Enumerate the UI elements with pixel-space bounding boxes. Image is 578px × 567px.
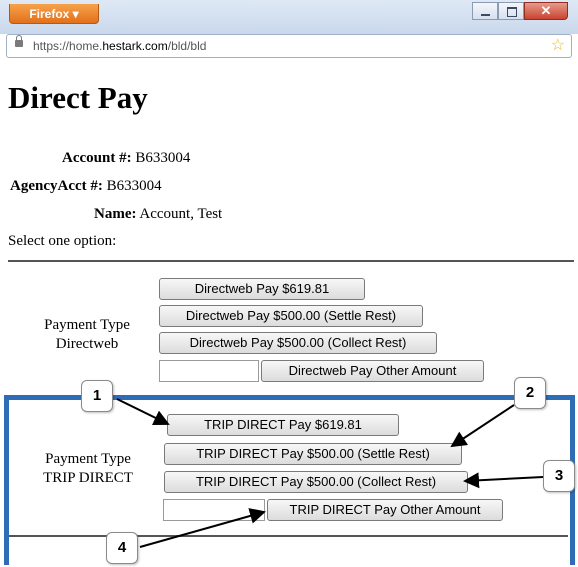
payment-type-label: Payment Type — [44, 317, 130, 333]
callout-3: 3 — [543, 460, 575, 492]
bookmark-star-icon[interactable]: ☆ — [551, 35, 565, 57]
page-title: Direct Pay — [8, 80, 148, 115]
directweb-pay-collect-button[interactable]: Directweb Pay $500.00 (Collect Rest) — [159, 332, 437, 354]
url-text: https://home.hestark.com/bld/bld — [33, 35, 206, 57]
directweb-pay-other-button[interactable]: Directweb Pay Other Amount — [261, 360, 484, 382]
account-value: B633004 — [131, 150, 191, 166]
window-titlebar: Firefox ▾ ✕ — [0, 0, 578, 34]
name-label: Name: — [94, 206, 137, 222]
agency-row: AgencyAcct #: B633004 — [10, 178, 162, 195]
url-domain: hestark.com — [102, 39, 168, 53]
account-label: Account #: — [62, 150, 132, 166]
window-controls: ✕ — [472, 2, 568, 22]
lock-icon — [15, 35, 23, 47]
directweb-pay-full-button[interactable]: Directweb Pay $619.81 — [159, 278, 365, 300]
minimize-button[interactable] — [472, 2, 498, 20]
name-value: Account, Test — [136, 206, 223, 222]
url-prefix: https://home. — [33, 39, 103, 53]
divider-top — [8, 260, 574, 262]
account-row: Account #: B633004 — [62, 150, 190, 167]
address-bar[interactable]: https://home.hestark.com/bld/bld ☆ — [6, 34, 572, 58]
callout-4: 4 — [106, 532, 138, 564]
payment-type-directweb: Payment Type Directweb — [28, 316, 146, 354]
tripdirect-highlight-frame — [4, 395, 575, 565]
directweb-pay-settle-button[interactable]: Directweb Pay $500.00 (Settle Rest) — [159, 305, 423, 327]
callout-1: 1 — [81, 380, 113, 412]
agency-value: B633004 — [102, 178, 162, 194]
firefox-menu-button[interactable]: Firefox ▾ — [9, 4, 99, 24]
agency-label: AgencyAcct #: — [10, 178, 103, 194]
select-prompt: Select one option: — [8, 233, 117, 249]
payment-type-name: Directweb — [55, 336, 119, 352]
directweb-other-amount-input[interactable] — [159, 360, 259, 382]
maximize-button[interactable] — [498, 2, 524, 20]
name-row: Name: Account, Test — [94, 206, 222, 223]
callout-2: 2 — [514, 377, 546, 409]
url-path: /bld/bld — [167, 39, 207, 53]
close-button[interactable]: ✕ — [524, 2, 568, 20]
